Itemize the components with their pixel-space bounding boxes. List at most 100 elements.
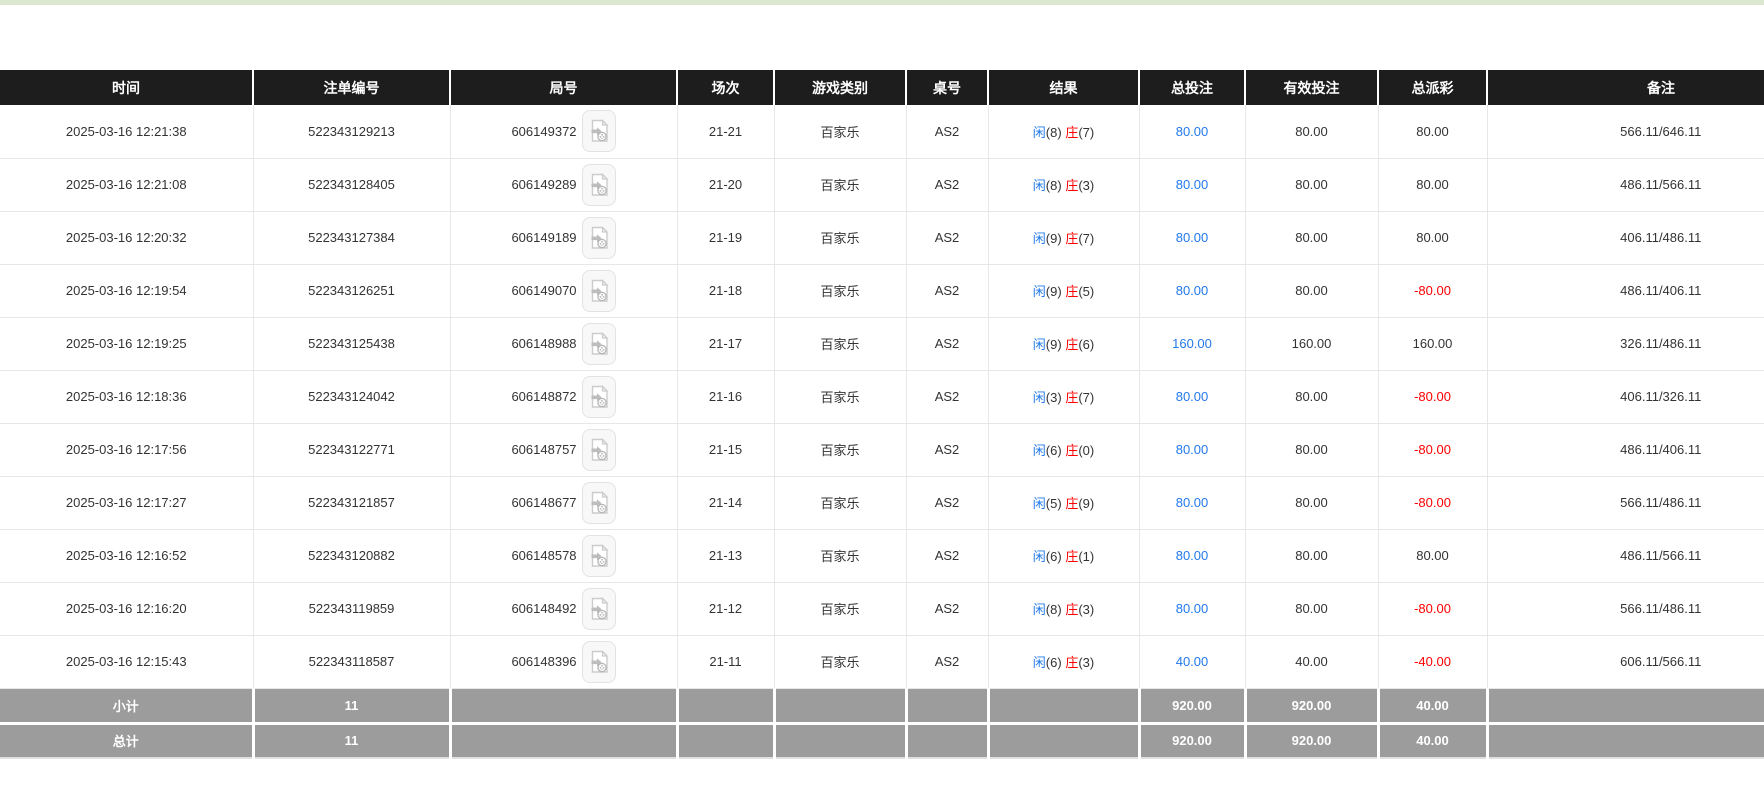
total-bet-link[interactable]: 80.00: [1176, 548, 1209, 563]
video-replay-button[interactable]: [582, 535, 616, 577]
payout-cell: -80.00: [1378, 476, 1487, 529]
remark-value: 606.11/566.11: [1620, 654, 1701, 669]
round-id-value: 606148396: [511, 654, 576, 669]
game-type-value: 百家乐: [820, 178, 859, 193]
bet-id-cell: 522343126251: [253, 264, 450, 317]
video-replay-button[interactable]: [582, 164, 616, 206]
session-cell: 21-20: [677, 158, 774, 211]
video-replay-button[interactable]: [582, 429, 616, 471]
column-header-valid-bet: 有效投注: [1245, 70, 1378, 105]
round-id-value: 606149070: [511, 283, 576, 298]
total-bet-cell: 80.00: [1139, 476, 1245, 529]
grand-total-empty-game-type: [774, 723, 906, 758]
subtotal-empty-game-type: [774, 688, 906, 723]
table-id-cell: AS2: [906, 423, 988, 476]
time-value: 2025-03-16 12:15:43: [66, 654, 187, 669]
remark-cell: 566.11/486.11: [1487, 582, 1764, 635]
time-cell: 2025-03-16 12:21:08: [0, 158, 253, 211]
table-row: 2025-03-16 12:19:54 522343126251 6061490…: [0, 264, 1764, 317]
time-cell: 2025-03-16 12:17:27: [0, 476, 253, 529]
remark-cell: 406.11/486.11: [1487, 211, 1764, 264]
session-cell: 21-12: [677, 582, 774, 635]
player-result-score: (9): [1046, 337, 1062, 352]
result-cell: 闲(6) 庄(1): [988, 529, 1139, 582]
time-cell: 2025-03-16 12:16:20: [0, 582, 253, 635]
grand-total-label: 总计: [0, 723, 253, 758]
valid-bet-value: 160.00: [1292, 336, 1332, 351]
bet-id-cell: 522343118587: [253, 635, 450, 688]
valid-bet-value: 80.00: [1295, 124, 1328, 139]
payout-cell: 80.00: [1378, 105, 1487, 158]
session-value: 21-11: [709, 654, 741, 669]
video-replay-button[interactable]: [582, 376, 616, 418]
round-id-cell: 606149189: [450, 211, 677, 264]
remark-cell: 486.11/566.11: [1487, 158, 1764, 211]
grand-total-empty-result: [988, 723, 1139, 758]
total-bet-link[interactable]: 80.00: [1176, 124, 1209, 139]
banker-result-score: (7): [1078, 125, 1094, 140]
game-type-value: 百家乐: [820, 549, 859, 564]
total-bet-link[interactable]: 80.00: [1176, 389, 1209, 404]
total-bet-link[interactable]: 80.00: [1176, 601, 1209, 616]
valid-bet-value: 80.00: [1295, 283, 1328, 298]
video-replay-button[interactable]: [582, 217, 616, 259]
result-cell: 闲(3) 庄(7): [988, 370, 1139, 423]
game-type-cell: 百家乐: [774, 211, 906, 264]
payout-value: -80.00: [1414, 601, 1451, 616]
bet-id-cell: 522343121857: [253, 476, 450, 529]
game-type-value: 百家乐: [820, 125, 859, 140]
time-cell: 2025-03-16 12:15:43: [0, 635, 253, 688]
total-bet-link[interactable]: 80.00: [1176, 230, 1209, 245]
game-type-value: 百家乐: [820, 655, 859, 670]
table-body: 2025-03-16 12:21:38 522343129213 6061493…: [0, 105, 1764, 688]
valid-bet-cell: 80.00: [1245, 370, 1378, 423]
banker-result-label: 庄: [1065, 496, 1078, 511]
game-type-value: 百家乐: [820, 390, 859, 405]
video-replay-button[interactable]: [582, 641, 616, 683]
grand-total-empty-remark: [1487, 723, 1764, 758]
remark-cell: 486.11/566.11: [1487, 529, 1764, 582]
player-result-label: 闲: [1033, 178, 1046, 193]
total-bet-cell: 40.00: [1139, 635, 1245, 688]
banker-result-label: 庄: [1065, 284, 1078, 299]
result-cell: 闲(8) 庄(3): [988, 158, 1139, 211]
table-id-value: AS2: [935, 548, 960, 563]
table-id-cell: AS2: [906, 529, 988, 582]
session-cell: 21-21: [677, 105, 774, 158]
video-replay-button[interactable]: [582, 110, 616, 152]
remark-cell: 486.11/406.11: [1487, 264, 1764, 317]
player-result-score: (8): [1046, 602, 1062, 617]
player-result-label: 闲: [1033, 602, 1046, 617]
round-id-cell: 606148677: [450, 476, 677, 529]
time-cell: 2025-03-16 12:20:32: [0, 211, 253, 264]
time-value: 2025-03-16 12:19:54: [66, 283, 187, 298]
player-result-score: (3): [1046, 390, 1062, 405]
video-replay-button[interactable]: [582, 482, 616, 524]
total-bet-link[interactable]: 160.00: [1172, 336, 1212, 351]
game-type-cell: 百家乐: [774, 582, 906, 635]
total-bet-link[interactable]: 80.00: [1176, 283, 1209, 298]
game-type-cell: 百家乐: [774, 105, 906, 158]
table-row: 2025-03-16 12:16:52 522343120882 6061485…: [0, 529, 1764, 582]
time-cell: 2025-03-16 12:21:38: [0, 105, 253, 158]
remark-value: 566.11/486.11: [1620, 601, 1701, 616]
game-type-cell: 百家乐: [774, 423, 906, 476]
video-replay-button[interactable]: [582, 270, 616, 312]
banker-result-score: (9): [1078, 496, 1094, 511]
bet-id-cell: 522343122771: [253, 423, 450, 476]
bet-id-cell: 522343127384: [253, 211, 450, 264]
session-cell: 21-18: [677, 264, 774, 317]
time-value: 2025-03-16 12:17:27: [66, 495, 187, 510]
total-bet-link[interactable]: 80.00: [1176, 177, 1209, 192]
total-bet-link[interactable]: 80.00: [1176, 495, 1209, 510]
payout-cell: 160.00: [1378, 317, 1487, 370]
session-cell: 21-19: [677, 211, 774, 264]
result-cell: 闲(8) 庄(7): [988, 105, 1139, 158]
total-bet-link[interactable]: 80.00: [1176, 442, 1209, 457]
round-id-cell: 606148396: [450, 635, 677, 688]
video-replay-button[interactable]: [582, 323, 616, 365]
banker-result-label: 庄: [1065, 231, 1078, 246]
round-id-value: 606148492: [511, 601, 576, 616]
video-replay-button[interactable]: [582, 588, 616, 630]
total-bet-link[interactable]: 40.00: [1176, 654, 1209, 669]
